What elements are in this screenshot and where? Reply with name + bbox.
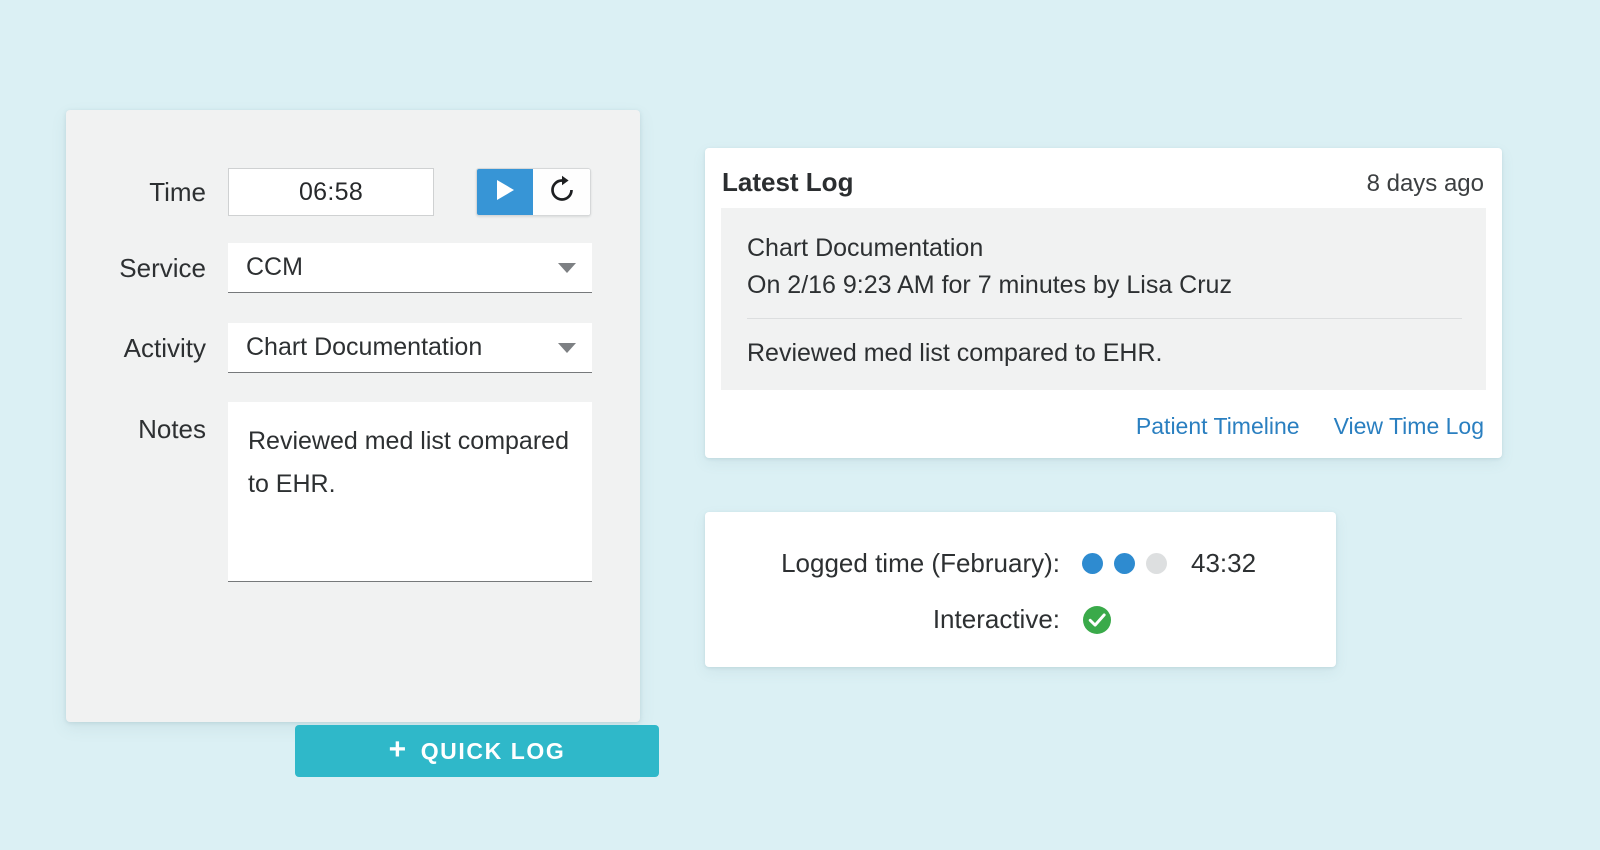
chevron-down-icon xyxy=(558,262,576,273)
service-label: Service xyxy=(119,253,206,283)
service-field-row: Service CCM xyxy=(86,243,592,293)
notes-input[interactable]: Reviewed med list compared to EHR. xyxy=(228,402,592,582)
service-selected-value: CCM xyxy=(246,253,303,281)
latest-log-links: Patient Timeline View Time Log xyxy=(1136,413,1484,440)
play-icon xyxy=(494,178,516,207)
patient-timeline-link[interactable]: Patient Timeline xyxy=(1136,413,1300,440)
logged-time-progress-dots xyxy=(1082,553,1167,574)
notes-field-row: Notes Reviewed med list compared to EHR. xyxy=(86,402,592,582)
progress-dot-3 xyxy=(1146,553,1167,574)
time-input[interactable]: 06:58 xyxy=(228,168,434,216)
log-entry-activity: Chart Documentation xyxy=(747,234,984,262)
logged-time-row: Logged time (February): 43:32 xyxy=(705,548,1336,579)
play-button[interactable] xyxy=(477,169,533,215)
refresh-icon xyxy=(547,175,577,210)
plus-icon: + xyxy=(388,733,408,766)
view-time-log-link[interactable]: View Time Log xyxy=(1334,413,1484,440)
logged-time-total: 43:32 xyxy=(1191,548,1257,578)
latest-log-timestamp: 8 days ago xyxy=(1366,170,1484,197)
timer-controls xyxy=(476,168,591,216)
service-select[interactable]: CCM xyxy=(228,243,592,293)
activity-field-row: Activity Chart Documentation xyxy=(86,323,592,373)
activity-select[interactable]: Chart Documentation xyxy=(228,323,592,373)
log-entry-meta: On 2/16 9:23 AM for 7 minutes by Lisa Cr… xyxy=(747,271,1232,299)
time-logging-panel: Time 06:58 Service CCM Activity Chart Do… xyxy=(66,110,659,777)
latest-log-header: Latest Log 8 days ago xyxy=(705,167,1502,198)
reset-button[interactable] xyxy=(533,169,590,215)
time-label: Time xyxy=(149,177,206,207)
progress-dot-1 xyxy=(1082,553,1103,574)
interactive-label: Interactive: xyxy=(932,604,1060,634)
quick-log-label: QUICK LOG xyxy=(420,737,566,764)
notes-label: Notes xyxy=(138,414,206,444)
activity-label: Activity xyxy=(123,333,206,363)
chevron-down-icon xyxy=(558,342,576,353)
progress-dot-2 xyxy=(1114,553,1135,574)
log-entry: Chart Documentation On 2/16 9:23 AM for … xyxy=(721,208,1486,390)
log-entry-note: Reviewed med list compared to EHR. xyxy=(747,339,1163,367)
interactive-row: Interactive: xyxy=(705,604,1336,635)
latest-log-title: Latest Log xyxy=(722,167,854,197)
time-summary-panel: Logged time (February): 43:32 Interactiv… xyxy=(705,512,1336,667)
logged-time-label: Logged time (February): xyxy=(781,548,1060,578)
latest-log-panel: Latest Log 8 days ago Chart Documentatio… xyxy=(705,148,1502,458)
time-field-row: Time 06:58 xyxy=(86,168,591,216)
check-circle-icon xyxy=(1082,605,1112,635)
quick-log-button[interactable]: + QUICK LOG xyxy=(295,725,659,777)
activity-selected-value: Chart Documentation xyxy=(246,333,483,361)
